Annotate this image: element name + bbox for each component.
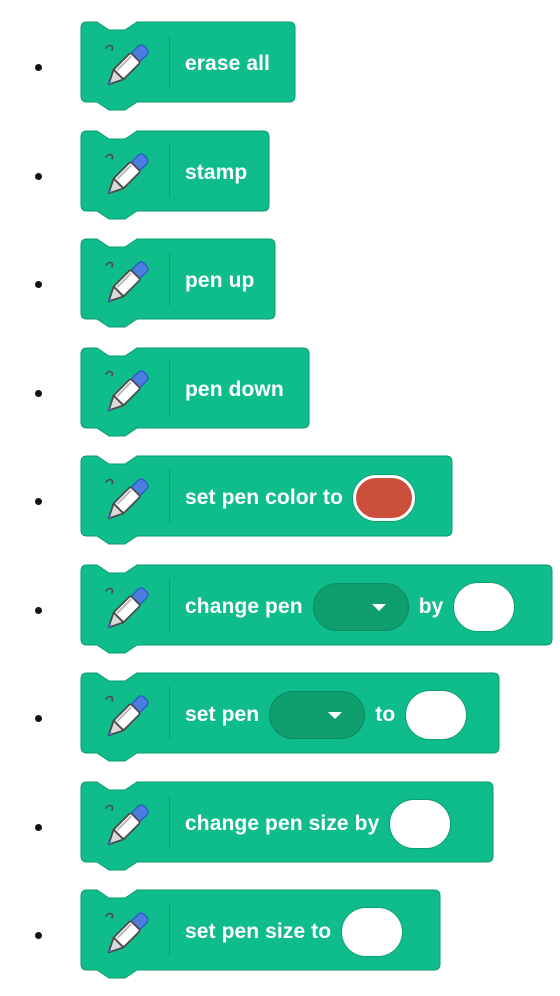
pen-block[interactable]: set pen size to	[80, 888, 441, 979]
pen-icon	[105, 478, 149, 520]
block-label: set pen	[185, 703, 260, 726]
list-bullet	[35, 173, 42, 180]
number-input[interactable]	[389, 799, 452, 849]
list-item: change pen size by	[0, 780, 560, 871]
list-bullet	[35, 390, 42, 397]
pen-icon	[105, 587, 149, 629]
list-bullet	[35, 607, 42, 614]
list-bullet	[35, 824, 42, 831]
number-input[interactable]	[453, 582, 516, 632]
list-item: pen down	[0, 346, 560, 437]
list-bullet	[35, 281, 42, 288]
list-bullet	[35, 498, 42, 505]
pen-block[interactable]: stamp	[80, 129, 270, 220]
block-content: set pen color to	[185, 454, 415, 542]
color-swatch-input[interactable]	[352, 475, 415, 521]
block-content: change pen size by	[185, 780, 452, 868]
icon-separator	[169, 35, 170, 89]
dropdown-caret-icon	[328, 712, 343, 719]
block-label: pen up	[185, 269, 255, 292]
pen-block[interactable]: change pen by	[80, 563, 553, 654]
icon-separator	[169, 686, 170, 740]
pen-block[interactable]: set pen color to	[80, 454, 453, 545]
list-item: erase all	[0, 20, 560, 111]
icon-separator	[169, 144, 170, 198]
block-label: pen down	[185, 378, 284, 401]
pen-icon	[105, 804, 149, 846]
block-content: erase all	[185, 20, 270, 108]
icon-separator	[169, 361, 170, 415]
list-item: pen up	[0, 237, 560, 328]
param-dropdown[interactable]	[312, 583, 409, 631]
list-bullet	[35, 64, 42, 71]
pen-block[interactable]: pen up	[80, 237, 276, 328]
block-label: by	[418, 595, 444, 618]
block-label: erase all	[185, 52, 270, 75]
pen-icon	[105, 153, 149, 195]
block-label: change pen	[185, 595, 303, 618]
block-content: change pen by	[185, 563, 516, 651]
icon-separator	[169, 795, 170, 849]
pen-block[interactable]: erase all	[80, 20, 296, 111]
block-content: stamp	[185, 129, 247, 217]
pen-block[interactable]: change pen size by	[80, 780, 494, 871]
list-item: change pen by	[0, 563, 560, 654]
block-label: to	[375, 703, 396, 726]
list-item: set pen size to	[0, 888, 560, 979]
pen-icon	[105, 44, 149, 86]
block-label: set pen size to	[185, 920, 332, 943]
block-content: pen down	[185, 346, 284, 434]
pen-block-list: erase all stamp pen up pen down set pen …	[0, 0, 560, 996]
pen-icon	[105, 912, 149, 954]
list-bullet	[35, 932, 42, 939]
param-dropdown[interactable]	[269, 691, 366, 739]
block-label: stamp	[185, 161, 248, 184]
pen-block[interactable]: set pen to	[80, 671, 500, 762]
list-item: stamp	[0, 129, 560, 220]
pen-icon	[105, 370, 149, 412]
list-item: set pen color to	[0, 454, 560, 545]
number-input[interactable]	[405, 690, 468, 740]
icon-separator	[169, 252, 170, 306]
block-content: pen up	[185, 237, 254, 325]
number-input[interactable]	[341, 907, 404, 957]
pen-icon	[105, 261, 149, 303]
list-bullet	[35, 715, 42, 722]
dropdown-caret-icon	[371, 604, 386, 611]
icon-separator	[169, 469, 170, 523]
icon-separator	[169, 578, 170, 632]
block-label: change pen size by	[185, 812, 380, 835]
block-content: set pen to	[185, 671, 468, 759]
block-content: set pen size to	[185, 888, 404, 976]
block-label: set pen color to	[185, 486, 343, 509]
list-item: set pen to	[0, 671, 560, 762]
icon-separator	[169, 903, 170, 957]
pen-icon	[105, 695, 149, 737]
pen-block[interactable]: pen down	[80, 346, 310, 437]
